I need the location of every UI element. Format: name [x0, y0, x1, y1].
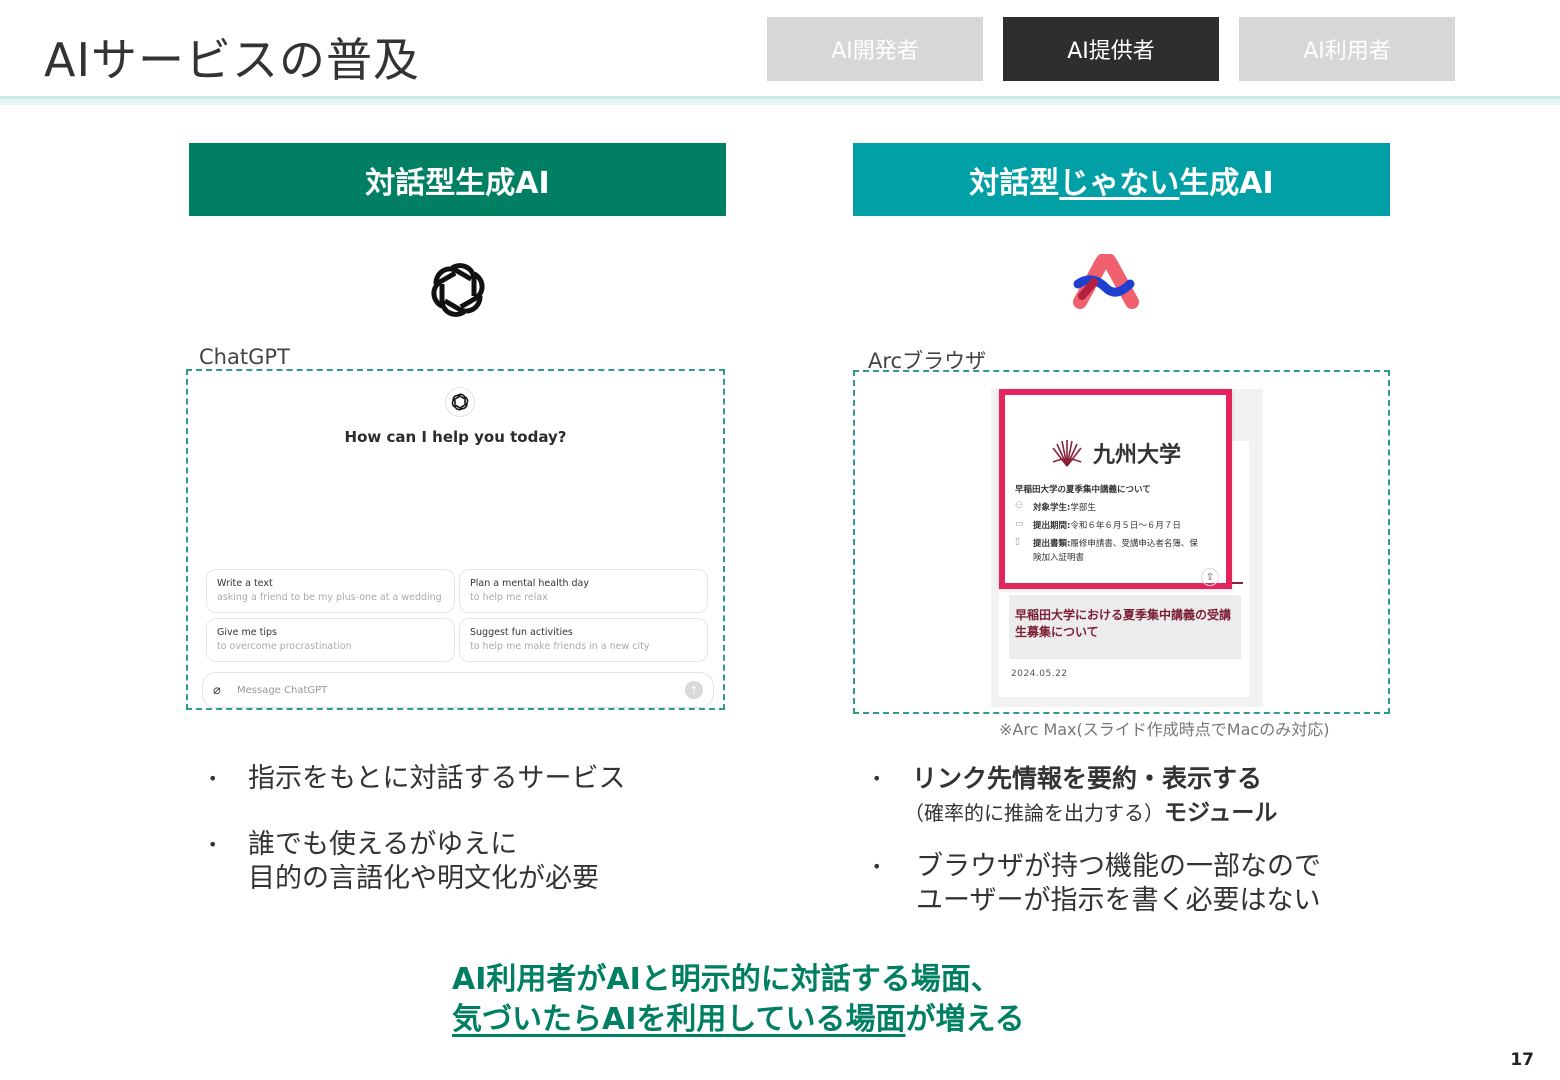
suggestion-subtitle: asking a friend to be my plus-one at a w… [217, 592, 442, 603]
left-column-header: 対話型生成AI [189, 143, 726, 216]
slide-title: AIサービスの普及 [44, 33, 421, 87]
conclusion-suffix: が増える [905, 1002, 1025, 1037]
row-value-continued: 険加入証明書 [1033, 553, 1085, 563]
bullet-line: ブラウザが持つ機能の一部なので [916, 851, 1321, 882]
conclusion-line-2: 気づいたらAIを利用している場面が増える [452, 1000, 1025, 1040]
suggestion-title: Write a text [217, 578, 273, 589]
tab-ai-provider[interactable]: AI提供者 [1003, 17, 1219, 81]
bullet-paren: （確率的に推論を出力する） [904, 801, 1164, 825]
arc-logo-icon [1073, 254, 1139, 309]
right-header-prefix: 対話型 [969, 165, 1060, 201]
suggestion-subtitle: to help me make friends in a new city [470, 641, 650, 652]
left-bullet-2: • 誰でも使えるがゆえに 目的の言語化や明文化が必要 [208, 828, 599, 896]
right-header-underlined: じゃない [1059, 165, 1180, 201]
people-icon: ⚇ [1015, 501, 1024, 511]
right-header-suffix: 生成AI [1179, 165, 1274, 201]
bullet-dot: • [208, 835, 218, 854]
suggestion-card[interactable]: Plan a mental health day to help me rela… [459, 569, 708, 613]
left-bullet-1: • 指示をもとに対話するサービス [208, 762, 625, 796]
tab-ai-user[interactable]: AI利用者 [1239, 17, 1455, 81]
bullet-line: 誰でも使えるがゆえに [248, 829, 518, 860]
arc-max-note: ※Arc Max(スライド作成時点でMacのみ対応) [999, 720, 1330, 739]
chatgpt-screenshot: How can I help you today? Write a text a… [186, 369, 725, 710]
bullet-text: 指示をもとに対話するサービス [248, 763, 626, 794]
suggestion-subtitle: to overcome procrastination [217, 641, 352, 652]
suggestion-title: Give me tips [217, 627, 277, 638]
university-logo: 九州大学 [1049, 437, 1181, 469]
chatgpt-caption: ChatGPT [199, 345, 290, 369]
bullet-dot: • [208, 769, 218, 788]
paperclip-icon[interactable]: ⌀ [213, 683, 229, 698]
bullet-text: ブラウザが持つ機能の一部なので ユーザーが指示を書く必要はない [916, 850, 1321, 918]
chatgpt-greeting: How can I help you today? [344, 428, 567, 446]
arc-page-panel: 早稲田大学における夏季集中講義の受講生募集について 2024.05.22 九州大… [991, 389, 1263, 707]
suggestion-subtitle: to help me relax [470, 592, 548, 603]
news-date: 2024.05.22 [1011, 669, 1068, 679]
suggestion-card[interactable]: Suggest fun activities to help me make f… [459, 618, 708, 662]
share-icon[interactable]: ⇪ [1201, 568, 1219, 586]
row-label: 提出期間: [1033, 521, 1071, 531]
university-crest-icon [1052, 440, 1082, 467]
suggestion-card[interactable]: Give me tips to overcome procrastination [206, 618, 455, 662]
popup-row: ▯ 提出書類: 履修申請書、受講申込者名簿、保 [1015, 537, 1198, 549]
bullet-line: 目的の言語化や明文化が必要 [248, 863, 599, 894]
suggestion-title: Suggest fun activities [470, 627, 573, 638]
send-arrow-icon[interactable]: ↑ [685, 681, 703, 699]
bullet-dot: • [872, 857, 882, 876]
row-label: 提出書類: [1033, 539, 1071, 549]
openai-logo-icon [431, 263, 485, 317]
right-bullet-1: • リンク先情報を要約・表示する （確率的に推論を出力する）モジュール [872, 762, 1277, 830]
bullet-subline: （確率的に推論を出力する）モジュール [904, 796, 1277, 830]
suggestion-card[interactable]: Write a text asking a friend to be my pl… [206, 569, 455, 613]
arc-screenshot: 早稲田大学における夏季集中講義の受講生募集について 2024.05.22 九州大… [853, 370, 1390, 714]
popup-title: 早稲田大学の夏季集中講義について [1015, 485, 1151, 495]
page-number: 17 [1510, 1050, 1534, 1070]
university-name: 九州大学 [1093, 442, 1182, 468]
popup-row: ▭ 提出期間: 令和６年６月５日〜６月７日 [1015, 519, 1181, 531]
popup-row: ⚇ 対象学生: 学部生 [1015, 501, 1096, 513]
chatgpt-avatar-icon [445, 387, 475, 417]
suggestion-title: Plan a mental health day [470, 578, 589, 589]
conclusion: AI利用者がAIと明示的に対話する場面、 気づいたらAIを利用している場面が増え… [452, 960, 1025, 1040]
bullet-text: 誰でも使えるがゆえに 目的の言語化や明文化が必要 [248, 828, 599, 896]
bullet-dot: • [872, 769, 882, 788]
conclusion-line-1: AI利用者がAIと明示的に対話する場面、 [452, 962, 1001, 997]
calendar-icon: ▭ [1015, 519, 1024, 529]
right-bullet-2: • ブラウザが持つ機能の一部なので ユーザーが指示を書く必要はない [872, 850, 1321, 918]
tab-ai-developer[interactable]: AI開発者 [767, 17, 983, 81]
link-preview-popup: 九州大学 早稲田大学の夏季集中講義について ⚇ 対象学生: 学部生 ▭ 提出期間… [999, 389, 1232, 589]
row-value: 履修申請書、受講申込者名簿、保 [1070, 539, 1198, 549]
title-divider [0, 96, 1560, 105]
news-title[interactable]: 早稲田大学における夏季集中講義の受講生募集について [1009, 595, 1241, 659]
row-value: 令和６年６月５日〜６月７日 [1070, 521, 1181, 531]
message-placeholder: Message ChatGPT [237, 684, 328, 696]
conclusion-underlined: 気づいたらAIを利用している場面 [452, 1002, 906, 1037]
message-input[interactable]: ⌀ Message ChatGPT ↑ [202, 672, 714, 708]
row-value: 学部生 [1070, 503, 1096, 513]
bullet-text: リンク先情報を要約・表示する （確率的に推論を出力する）モジュール [904, 762, 1277, 830]
row-label: 対象学生: [1033, 503, 1071, 513]
document-icon: ▯ [1015, 537, 1020, 547]
bullet-line: リンク先情報を要約・表示する [912, 764, 1263, 793]
bullet-bold: モジュール [1164, 800, 1278, 826]
bullet-line: ユーザーが指示を書く必要はない [916, 885, 1321, 916]
right-column-header: 対話型 じゃない 生成AI [853, 143, 1390, 216]
